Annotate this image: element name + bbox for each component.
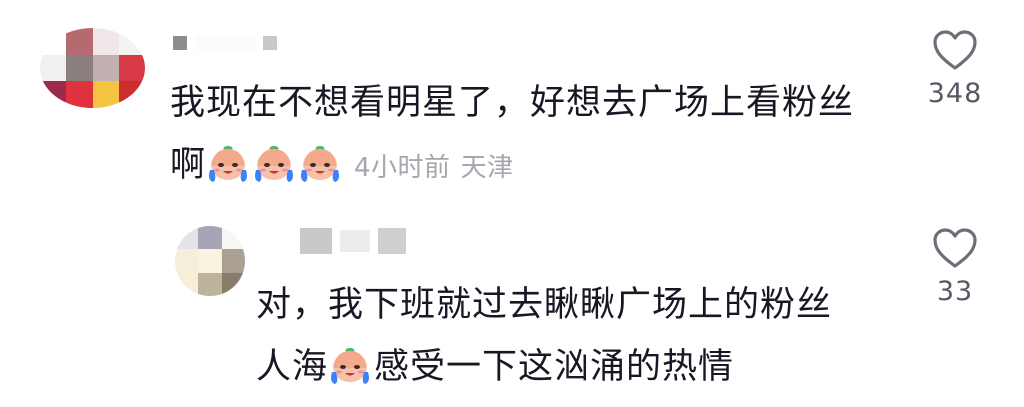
comment-line-2: 人海 感受一下这汹涌的热情 [256, 336, 896, 398]
comment-time: 4小时前 [354, 153, 451, 183]
avatar[interactable] [40, 28, 145, 108]
comment-text-tail: 啊 [170, 145, 207, 185]
heart-outline-icon [931, 226, 979, 270]
comment-location: 天津 [460, 153, 514, 183]
comment-text-part: 人海 [256, 347, 329, 387]
crying-face-emoji-icon [206, 140, 250, 184]
crying-face-emoji-icon [328, 342, 372, 386]
crying-face-emoji-icon [298, 140, 342, 184]
like-count: 33 [936, 276, 974, 307]
like-count: 348 [927, 78, 983, 109]
heart-outline-icon [931, 28, 979, 72]
avatar[interactable] [175, 226, 245, 296]
comment-text-part: 感受一下这汹涌的热情 [374, 347, 735, 387]
comment-text: 对，我下班就过去瞅瞅广场上的粉丝 人海 感受一下这汹涌的热情 [256, 274, 896, 398]
comment-line-2: 啊 4小时前 天津 [170, 134, 910, 199]
like-button[interactable]: 348 [915, 28, 995, 109]
comment-text: 我现在不想看明星了，好想去广场上看粉丝 啊 4小时前 天津 [170, 72, 910, 199]
comment-line-1: 对，我下班就过去瞅瞅广场上的粉丝 [256, 285, 833, 325]
like-button[interactable]: 33 [915, 226, 995, 307]
comment-line-1: 我现在不想看明星了，好想去广场上看粉丝 [170, 83, 855, 123]
username[interactable] [300, 228, 406, 254]
username[interactable] [173, 36, 277, 50]
crying-face-emoji-icon [252, 140, 296, 184]
